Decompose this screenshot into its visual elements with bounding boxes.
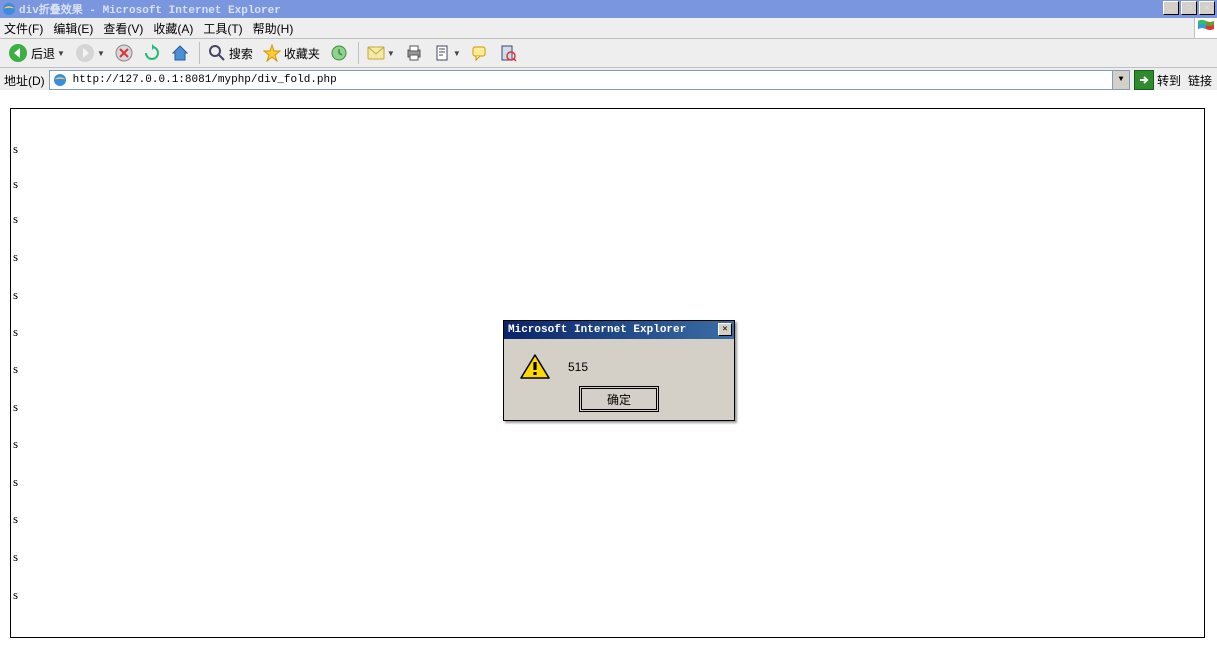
menu-favorites[interactable]: 收藏(A)	[153, 20, 193, 37]
mail-dd-icon: ▼	[387, 49, 395, 58]
menu-bar: 文件(F) 编辑(E) 查看(V) 收藏(A) 工具(T) 帮助(H)	[0, 18, 1217, 39]
restore-button[interactable]: ❐	[1181, 1, 1197, 15]
window-titlebar: div折叠效果 - Microsoft Internet Explorer _ …	[0, 0, 1217, 18]
back-dd-icon: ▼	[57, 49, 65, 58]
forward-dd-icon: ▼	[97, 49, 105, 58]
stop-button[interactable]	[111, 42, 137, 64]
address-field[interactable]: ▼	[49, 70, 1130, 90]
go-button[interactable]: 转到	[1134, 70, 1181, 90]
row-text: s	[13, 141, 18, 157]
edit-dd-icon: ▼	[453, 49, 461, 58]
ie-flag-icon	[1194, 18, 1217, 38]
menu-tools[interactable]: 工具(T)	[203, 20, 242, 37]
minimize-button[interactable]: _	[1163, 1, 1179, 15]
favorites-label: 收藏夹	[284, 45, 320, 62]
row-text: s	[13, 361, 18, 377]
research-button[interactable]	[495, 42, 521, 64]
toolbar-separator-1	[199, 42, 200, 64]
row-text: s	[13, 511, 18, 527]
forward-button[interactable]: ▼	[71, 42, 109, 64]
mail-button[interactable]: ▼	[363, 42, 399, 64]
address-label: 地址(D)	[4, 72, 45, 89]
row-text: s	[13, 324, 18, 340]
address-dropdown-icon[interactable]: ▼	[1112, 71, 1129, 89]
home-button[interactable]	[167, 42, 193, 64]
alert-message: 515	[568, 360, 588, 374]
go-arrow-icon	[1134, 70, 1154, 90]
edit-button[interactable]: ▼	[429, 42, 465, 64]
back-label: 后退	[31, 45, 55, 62]
main-toolbar: 后退 ▼ ▼ 搜索 收藏夹 ▼ ▼	[0, 39, 1217, 68]
row-text: s	[13, 587, 18, 603]
history-button[interactable]	[326, 42, 352, 64]
toolbar-separator-2	[358, 42, 359, 64]
go-label: 转到	[1157, 72, 1181, 89]
row-text: s	[13, 176, 18, 192]
menu-file[interactable]: 文件(F)	[4, 20, 43, 37]
row-text: s	[13, 436, 18, 452]
row-text: s	[13, 474, 18, 490]
row-text: s	[13, 399, 18, 415]
search-button[interactable]: 搜索	[204, 42, 257, 64]
window-title: div折叠效果 - Microsoft Internet Explorer	[19, 1, 281, 17]
links-bar-label[interactable]: 链接	[1185, 72, 1215, 89]
favorites-button[interactable]: 收藏夹	[259, 42, 324, 64]
search-label: 搜索	[229, 45, 253, 62]
menu-edit[interactable]: 编辑(E)	[53, 20, 93, 37]
alert-body: 515	[504, 339, 734, 388]
warning-icon	[520, 354, 550, 380]
window-controls: _ ❐ ✕	[1163, 1, 1215, 15]
row-text: s	[13, 287, 18, 303]
print-button[interactable]	[401, 42, 427, 64]
alert-actions: 确定	[504, 388, 734, 420]
url-input[interactable]	[71, 73, 1112, 87]
alert-title-text: Microsoft Internet Explorer	[508, 324, 686, 336]
alert-ok-button[interactable]: 确定	[581, 388, 657, 410]
alert-close-button[interactable]: ✕	[718, 323, 732, 336]
ie-app-icon	[2, 2, 16, 16]
page-ie-icon	[52, 72, 68, 88]
row-text: s	[13, 211, 18, 227]
menu-view[interactable]: 查看(V)	[103, 20, 143, 37]
close-button[interactable]: ✕	[1199, 1, 1215, 15]
discuss-button[interactable]	[467, 42, 493, 64]
row-text: s	[13, 249, 18, 265]
alert-dialog: Microsoft Internet Explorer ✕ 515 确定	[503, 320, 735, 421]
refresh-button[interactable]	[139, 42, 165, 64]
row-text: s	[13, 549, 18, 565]
back-button[interactable]: 后退 ▼	[4, 42, 69, 64]
alert-titlebar[interactable]: Microsoft Internet Explorer ✕	[504, 321, 734, 339]
menu-help[interactable]: 帮助(H)	[253, 20, 294, 37]
